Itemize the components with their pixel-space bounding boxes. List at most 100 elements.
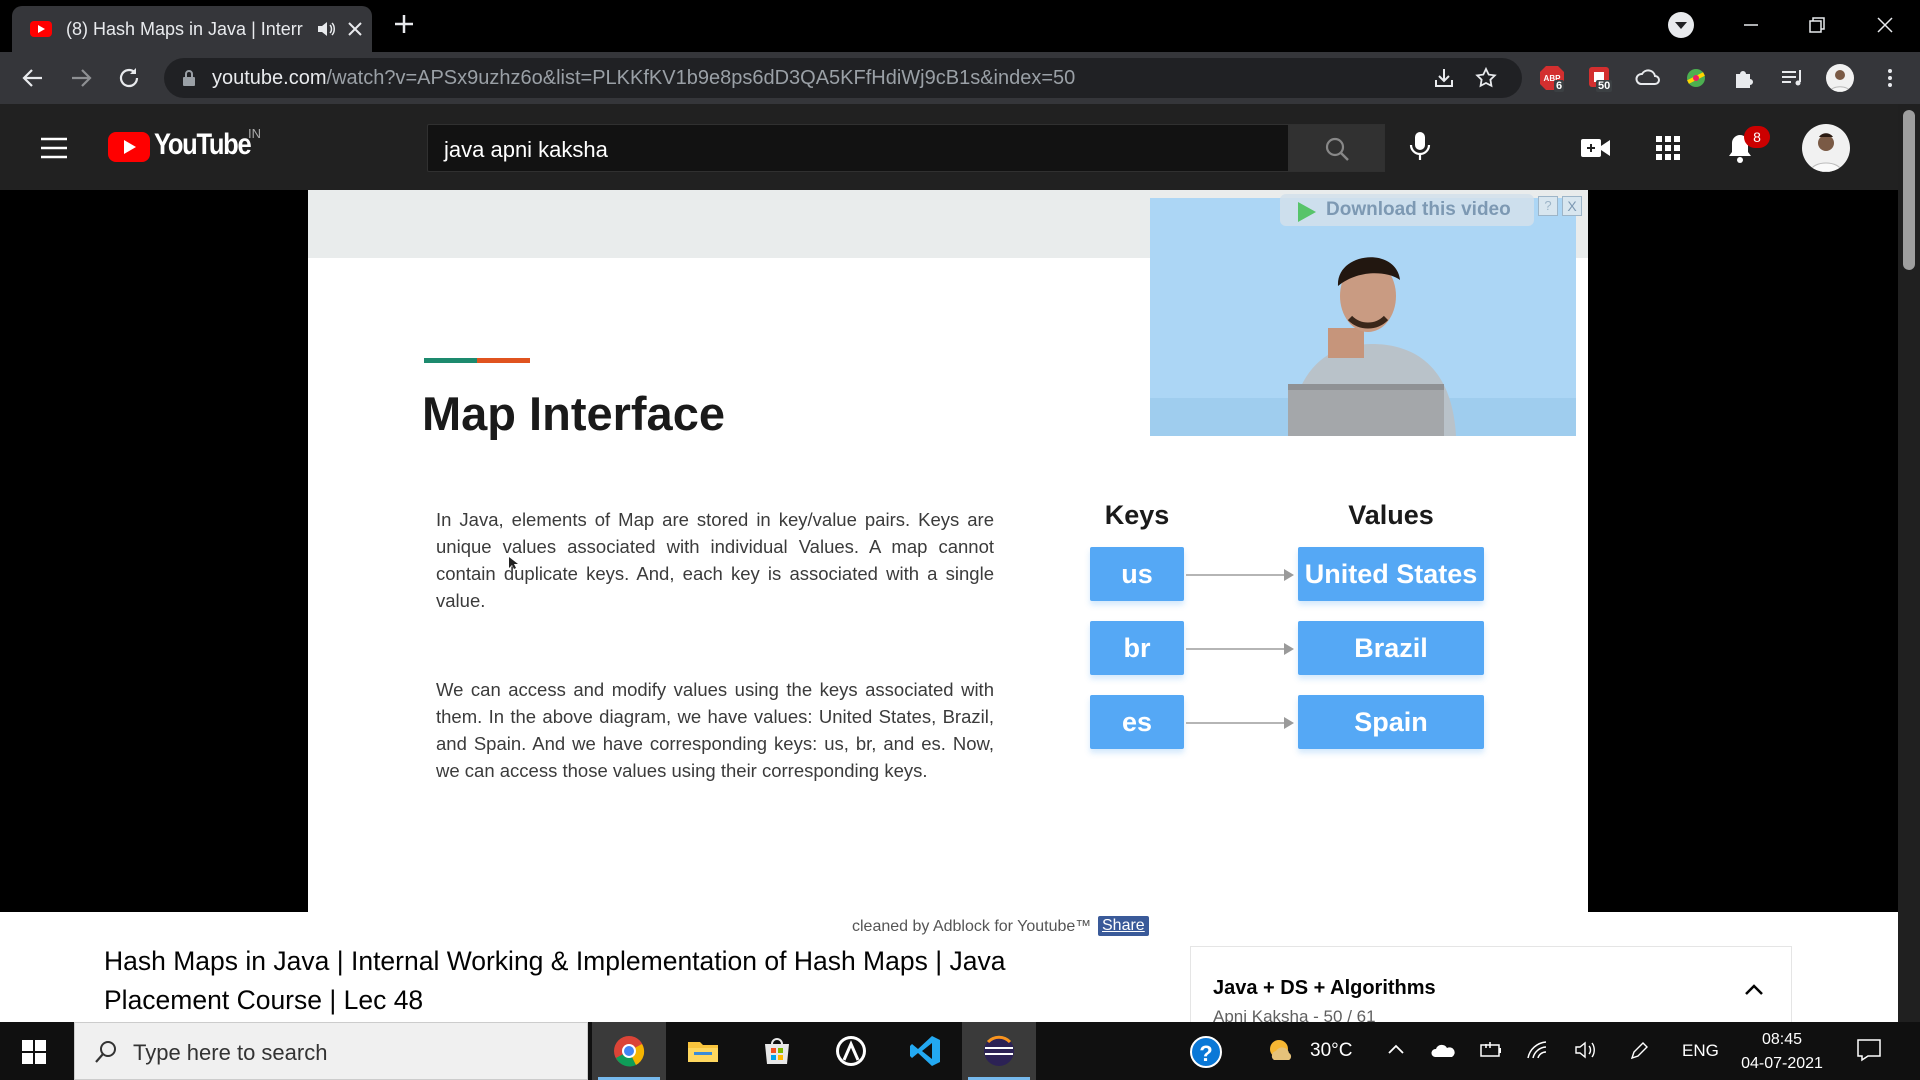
youtube-logo-icon[interactable] bbox=[108, 132, 150, 162]
tray-chevron-up-icon[interactable] bbox=[1386, 1040, 1406, 1060]
taskbar-file-explorer[interactable] bbox=[666, 1022, 740, 1080]
profile-avatar[interactable] bbox=[1826, 64, 1854, 92]
eclipse-icon bbox=[984, 1035, 1014, 1066]
video-title: Hash Maps in Java | Internal Working & I… bbox=[104, 946, 1006, 1015]
search-input-value: java apni kaksha bbox=[444, 137, 608, 162]
keys-header: Keys bbox=[1104, 500, 1170, 530]
value-box: Spain bbox=[1298, 695, 1484, 749]
adblock-count-badge: 6 bbox=[1554, 80, 1565, 92]
lock-icon[interactable] bbox=[182, 69, 196, 87]
page-scrollbar[interactable] bbox=[1898, 104, 1920, 1022]
red-extension-badge: 50 bbox=[1596, 80, 1613, 92]
adblock-note: cleaned by Adblock for Youtube™ bbox=[852, 918, 1092, 935]
video-player[interactable]: Map Interface In Java, elements of Map a… bbox=[0, 190, 1898, 912]
browser-toolbar: youtube.com/watch?v=APSx9uzhz6o&list=PLK… bbox=[0, 52, 1920, 104]
taskbar-chrome[interactable] bbox=[592, 1022, 666, 1080]
taskbar-app[interactable] bbox=[814, 1022, 888, 1080]
address-bar[interactable]: youtube.com/watch?v=APSx9uzhz6o&list=PLK… bbox=[164, 58, 1522, 98]
red-extension-icon[interactable]: 50 bbox=[1586, 64, 1614, 92]
taskbar-search-placeholder: Type here to search bbox=[133, 1040, 328, 1065]
browser-tab-strip: (8) Hash Maps in Java | Interr bbox=[0, 0, 1920, 52]
apps-grid-icon[interactable] bbox=[1656, 136, 1680, 160]
mapping-arrow bbox=[1186, 643, 1294, 655]
taskbar-search-box[interactable]: Type here to search bbox=[74, 1022, 588, 1080]
chevron-up-icon[interactable] bbox=[1743, 983, 1765, 997]
mapping-arrow bbox=[1186, 569, 1294, 581]
slide-paragraph-2: We can access and modify values using th… bbox=[436, 679, 994, 781]
youtube-masthead: YouTube IN java apni kaksha 8 bbox=[0, 104, 1898, 190]
bookmark-star-icon[interactable] bbox=[1474, 66, 1498, 90]
account-avatar[interactable] bbox=[1802, 124, 1850, 172]
tab-close-icon[interactable] bbox=[346, 20, 364, 38]
back-icon[interactable] bbox=[20, 65, 46, 91]
voice-search-icon[interactable] bbox=[1408, 130, 1432, 164]
url-text[interactable]: youtube.com/watch?v=APSx9uzhz6o&list=PLK… bbox=[212, 67, 1075, 90]
value-box: Brazil bbox=[1298, 621, 1484, 675]
vscode-icon bbox=[910, 1036, 940, 1066]
tab-search-icon[interactable] bbox=[1668, 12, 1694, 38]
extensions-puzzle-icon[interactable] bbox=[1730, 64, 1758, 92]
wifi-icon[interactable] bbox=[1526, 1040, 1550, 1060]
share-link[interactable]: Share bbox=[1098, 916, 1149, 936]
clock-time: 08:45 bbox=[1761, 1031, 1803, 1048]
action-center-icon[interactable] bbox=[1856, 1038, 1882, 1062]
window-close-icon[interactable] bbox=[1870, 10, 1900, 40]
scrollbar-thumb[interactable] bbox=[1903, 110, 1915, 270]
search-input[interactable]: java apni kaksha bbox=[427, 124, 1289, 172]
download-play-icon bbox=[1298, 202, 1316, 222]
mouse-cursor-icon bbox=[509, 557, 518, 569]
media-control-icon[interactable] bbox=[1778, 64, 1806, 92]
key-box: es bbox=[1090, 695, 1184, 749]
install-app-icon[interactable] bbox=[1432, 66, 1456, 90]
help-icon[interactable]: ? bbox=[1190, 1036, 1222, 1068]
slide-paragraph-1: In Java, elements of Map are stored in k… bbox=[436, 509, 994, 611]
download-label: Download this video bbox=[1326, 199, 1511, 220]
value-box: United States bbox=[1298, 547, 1484, 601]
youtube-favicon-icon bbox=[30, 21, 52, 37]
chrome-icon bbox=[614, 1036, 645, 1067]
reload-icon[interactable] bbox=[116, 65, 142, 91]
tab-title: (8) Hash Maps in Java | Interr bbox=[66, 19, 303, 39]
windows-start-icon[interactable] bbox=[22, 1040, 46, 1064]
taskbar-vscode[interactable] bbox=[888, 1022, 962, 1080]
adblock-extension-icon[interactable]: ABP 6 bbox=[1538, 64, 1566, 92]
url-domain: youtube.com bbox=[212, 67, 327, 89]
new-tab-icon[interactable] bbox=[392, 12, 416, 36]
download-video-button[interactable]: Download this video bbox=[1280, 194, 1534, 226]
weather-temperature[interactable]: 30°C bbox=[1310, 1040, 1352, 1062]
restore-icon[interactable] bbox=[1802, 10, 1832, 40]
battery-icon[interactable] bbox=[1478, 1040, 1504, 1060]
taskbar-eclipse[interactable] bbox=[962, 1022, 1036, 1080]
key-box: br bbox=[1090, 621, 1184, 675]
browser-tab-active[interactable]: (8) Hash Maps in Java | Interr bbox=[12, 6, 372, 52]
forward-icon[interactable] bbox=[68, 65, 94, 91]
onedrive-icon[interactable] bbox=[1430, 1040, 1456, 1060]
color-extension-icon[interactable] bbox=[1682, 64, 1710, 92]
app-icon bbox=[836, 1036, 866, 1066]
search-button[interactable] bbox=[1289, 124, 1385, 172]
cloud-extension-icon[interactable] bbox=[1634, 64, 1662, 92]
youtube-logo-text[interactable]: YouTube bbox=[154, 128, 252, 162]
taskbar-store[interactable] bbox=[740, 1022, 814, 1080]
slide-title: Map Interface bbox=[422, 387, 725, 440]
playlist-title[interactable]: Java + DS + Algorithms bbox=[1213, 977, 1436, 1000]
tab-audio-icon[interactable] bbox=[316, 20, 336, 38]
clock-date: 04-07-2021 bbox=[1741, 1055, 1823, 1072]
chrome-menu-icon[interactable] bbox=[1876, 64, 1904, 92]
input-language[interactable]: ENG bbox=[1682, 1041, 1719, 1061]
weather-sun-cloud-icon[interactable] bbox=[1266, 1036, 1296, 1066]
slide-title-accent-bar bbox=[424, 358, 530, 363]
webcam-overlay bbox=[1150, 198, 1576, 436]
guide-menu-icon[interactable] bbox=[40, 136, 68, 160]
minimize-icon[interactable] bbox=[1736, 10, 1766, 40]
volume-icon[interactable] bbox=[1574, 1040, 1598, 1060]
download-close-button[interactable]: X bbox=[1562, 196, 1582, 216]
download-help-button[interactable]: ? bbox=[1538, 196, 1558, 216]
url-path: /watch?v=APSx9uzhz6o&list=PLKKfKV1b9e8ps… bbox=[326, 67, 1076, 89]
pen-icon[interactable] bbox=[1628, 1040, 1650, 1062]
create-video-icon[interactable] bbox=[1580, 136, 1612, 160]
search-icon bbox=[93, 1039, 119, 1065]
values-header: Values bbox=[1348, 500, 1434, 530]
country-code: IN bbox=[248, 126, 261, 141]
taskbar-clock[interactable]: 08:45 04-07-2021 bbox=[1736, 1028, 1828, 1076]
